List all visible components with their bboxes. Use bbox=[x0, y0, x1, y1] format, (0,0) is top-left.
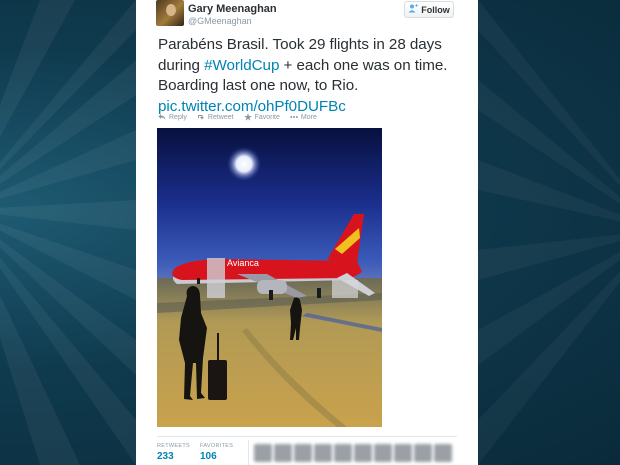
avatar[interactable] bbox=[354, 444, 372, 462]
reply-icon bbox=[158, 114, 166, 120]
hashtag-link[interactable]: #WorldCup bbox=[204, 57, 279, 74]
retweet-action[interactable]: Retweet bbox=[197, 113, 234, 121]
retweets-label: RETWEETS bbox=[157, 443, 190, 449]
favorite-star-icon bbox=[243, 113, 252, 121]
stats-divider bbox=[157, 436, 457, 437]
avatar[interactable] bbox=[254, 444, 272, 462]
tweet-card: Gary Meenaghan @GMeenaghan Follow Parabé… bbox=[136, 0, 478, 465]
airline-logo-text: Avianca bbox=[227, 258, 259, 268]
favorites-count[interactable]: 106 bbox=[200, 451, 217, 462]
reply-action[interactable]: Reply bbox=[158, 113, 187, 121]
avatar[interactable] bbox=[274, 444, 292, 462]
follow-person-icon bbox=[408, 4, 419, 15]
avatar[interactable] bbox=[156, 0, 184, 26]
avatar[interactable] bbox=[314, 444, 332, 462]
user-name[interactable]: Gary Meenaghan bbox=[188, 3, 277, 15]
tweet-actions: Reply Retweet Favorite More bbox=[158, 113, 317, 121]
more-label: More bbox=[300, 113, 317, 121]
more-dots-icon bbox=[290, 116, 298, 118]
stats-separator bbox=[248, 440, 249, 465]
follow-button[interactable]: Follow bbox=[404, 1, 454, 18]
avatar[interactable] bbox=[294, 444, 312, 462]
follow-label: Follow bbox=[421, 4, 450, 15]
pic-link[interactable]: pic.twitter.com/ohPf0DUFBc bbox=[158, 98, 346, 115]
retweet-icon bbox=[197, 115, 204, 120]
avatar[interactable] bbox=[434, 444, 452, 462]
favorite-label: Favorite bbox=[254, 113, 280, 121]
avatar[interactable] bbox=[334, 444, 352, 462]
avatar[interactable] bbox=[394, 444, 412, 462]
retweets-count[interactable]: 233 bbox=[157, 451, 174, 462]
favorites-label: FAVORITES bbox=[200, 443, 234, 449]
user-handle[interactable]: @GMeenaghan bbox=[188, 16, 252, 26]
reply-label: Reply bbox=[169, 113, 187, 121]
avatar[interactable] bbox=[374, 444, 392, 462]
avatar-face bbox=[166, 4, 176, 16]
tweet-text: Parabéns Brasil. Took 29 flights in 28 d… bbox=[158, 35, 458, 117]
retweet-label: Retweet bbox=[207, 113, 234, 121]
more-action[interactable]: More bbox=[290, 113, 317, 121]
avatar[interactable] bbox=[414, 444, 432, 462]
favorite-action[interactable]: Favorite bbox=[243, 113, 280, 121]
tweet-photo[interactable]: Avianca bbox=[157, 128, 382, 427]
favoriter-avatars[interactable] bbox=[254, 444, 452, 462]
